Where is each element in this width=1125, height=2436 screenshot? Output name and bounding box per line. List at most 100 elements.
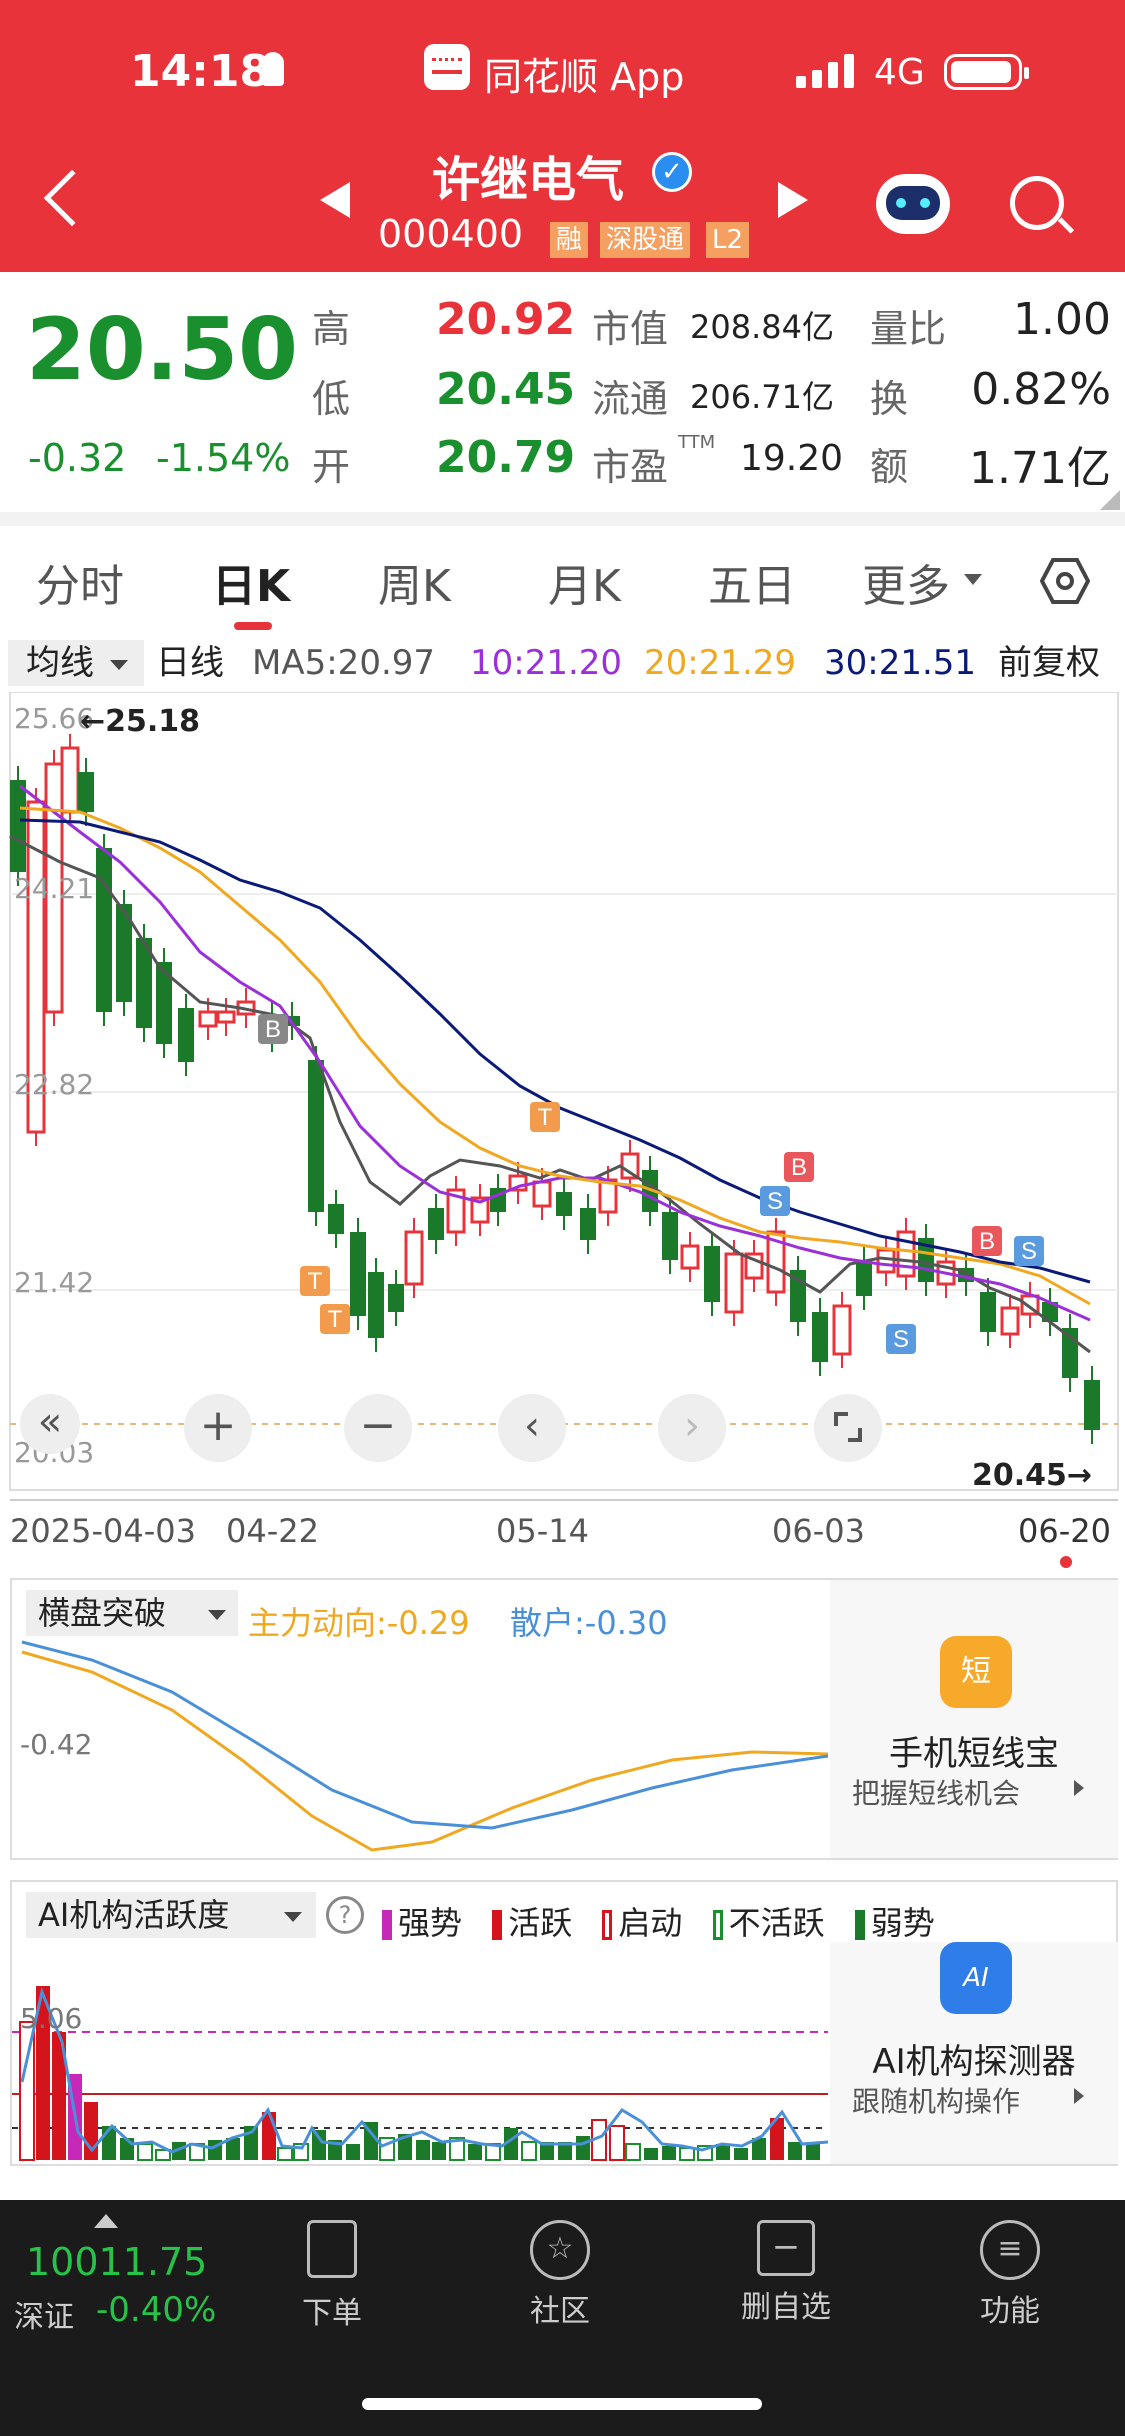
expand-up-icon[interactable]: [94, 2214, 118, 2228]
zoom-in-icon[interactable]: +: [184, 1394, 252, 1462]
short-line-sub: 把握短线机会: [852, 1777, 1021, 1810]
scroll-left-icon[interactable]: ‹: [498, 1394, 566, 1462]
indicator1-svg: [21, 1640, 829, 1852]
tab-more[interactable]: 更多: [862, 550, 950, 614]
menu-icon: ≡: [980, 2220, 1040, 2280]
ma5-value: MA5:20.97: [252, 643, 436, 683]
candle-body: [1084, 1380, 1100, 1430]
activity-bar: [679, 2147, 695, 2161]
float-label: 流通: [592, 377, 669, 421]
network-type: 4G: [874, 52, 925, 93]
fullscreen-icon[interactable]: [814, 1394, 882, 1462]
battery-icon: [944, 54, 1029, 90]
ai-detector-title: AI机构探测器: [872, 2042, 1076, 2082]
candle-body: [96, 848, 112, 1012]
activity-bar: [806, 2144, 820, 2160]
ai-detector-ad[interactable]: AI AI机构探测器 跟随机构操作: [830, 1942, 1118, 2164]
bottom-bar: 10011.75 深证 -0.40% 下单 ☆ 社区 − 删自选 ≡ 功能: [0, 2200, 1125, 2436]
settings-hexagon-icon[interactable]: [1039, 556, 1091, 606]
pe-value: 19.20: [740, 438, 844, 479]
signal-b-text: B: [791, 1154, 807, 1181]
ma30-value: 30:21.51: [824, 643, 977, 683]
nav-order-label: 下单: [302, 2296, 362, 2331]
scroll-right-icon[interactable]: ›: [658, 1394, 726, 1462]
activity-bar: [521, 2141, 537, 2161]
expand-corner-icon[interactable]: [1100, 490, 1120, 510]
signal-s-text: S: [893, 1326, 909, 1353]
zoom-out-icon[interactable]: −: [344, 1394, 412, 1462]
candle-body: [388, 1284, 404, 1312]
activity-bar: [416, 2140, 430, 2160]
indicator-panel-1: 横盘突破 主力动向:-0.29 散户:-0.30 -0.42 短 手机短线宝 把…: [10, 1578, 1118, 1860]
bulb-icon: [262, 52, 284, 86]
robot-icon[interactable]: [876, 174, 950, 234]
short-line-icon: 短: [940, 1636, 1012, 1708]
tab-monthly-k[interactable]: 月K: [548, 550, 621, 614]
quote-panel: 20.50 -0.32 -1.54% 高 低 开 20.92 20.45 20.…: [0, 272, 1125, 512]
daily-label: 日线: [156, 643, 224, 683]
amount-label: 额: [870, 445, 909, 489]
nav-functions-label: 功能: [980, 2294, 1040, 2329]
divider: [0, 512, 1125, 526]
y-label: 24.21: [14, 872, 95, 905]
header: 14:18 同花顺 App 4G 许继电气 ✓ 000400 融 深股通 L2: [0, 0, 1125, 272]
turnover-value: 0.82%: [971, 364, 1111, 415]
kline-chart[interactable]: B T T T B S S B S 25.66 24.21 22.82 21.4…: [0, 691, 1125, 1572]
prev-stock-icon[interactable]: [320, 182, 350, 218]
minus-box-icon: −: [757, 2220, 815, 2276]
candle-body: [532, 1180, 552, 1208]
ai-detector-sub: 跟随机构操作: [852, 2085, 1021, 2118]
price-change-pct: -1.54%: [156, 436, 291, 480]
x-label: 06-03: [772, 1512, 865, 1550]
candle-body: [812, 1312, 828, 1362]
amount-value: 1.71亿: [969, 443, 1111, 494]
legend-weak-swatch: [854, 1910, 865, 1940]
scroll-start-icon[interactable]: «: [20, 1394, 80, 1454]
nav-community[interactable]: ☆ 社区: [490, 2220, 630, 2330]
adjust-mode[interactable]: 前复权: [998, 640, 1100, 686]
next-stock-icon[interactable]: [778, 182, 808, 218]
pe-label: 市盈: [592, 445, 669, 489]
float-value: 206.71亿: [690, 378, 834, 416]
candle-body: [680, 1244, 700, 1270]
ma-selector-label: 均线: [26, 643, 94, 683]
app-name: 同花顺 App: [484, 55, 685, 99]
back-icon[interactable]: [43, 169, 101, 227]
x-label: 05-14: [496, 1512, 589, 1550]
candle-body: [60, 746, 80, 814]
candle-body: [404, 1230, 424, 1286]
period-tabs: 分时 日K 周K 月K 五日 更多: [0, 526, 1125, 636]
ma20-value: 20:21.29: [644, 643, 797, 683]
candle-body: [724, 1252, 744, 1314]
signal-icon: [796, 54, 856, 88]
tab-daily-k[interactable]: 日K: [212, 550, 290, 614]
tab-weekly-k[interactable]: 周K: [378, 550, 451, 614]
activity-bar: [84, 2102, 98, 2160]
x-label: 04-22: [226, 1512, 319, 1550]
search-icon[interactable]: [1010, 176, 1075, 234]
ma-selector[interactable]: 均线: [8, 640, 144, 686]
max-price-label: ←25.18: [80, 704, 201, 739]
tab-five-day[interactable]: 五日: [708, 550, 796, 614]
mcap-label: 市值: [592, 307, 669, 351]
activity-bar: [346, 2144, 360, 2160]
nav-remove-watchlist[interactable]: − 删自选: [716, 2220, 856, 2326]
indicator2-svg: [12, 1986, 829, 2161]
candle-body: [428, 1208, 444, 1240]
chevron-down-icon: [110, 660, 128, 670]
candle-body: [662, 1212, 678, 1260]
activity-bar: [662, 2146, 676, 2160]
candle-body: [328, 1204, 344, 1234]
high-label: 高: [312, 307, 351, 351]
candle-body: [1000, 1306, 1020, 1336]
candle-body: [198, 1010, 218, 1028]
nav-functions[interactable]: ≡ 功能: [940, 2220, 1080, 2330]
index-value[interactable]: 10011.75: [26, 2240, 207, 2284]
nav-remove-watchlist-label: 删自选: [741, 2290, 831, 2325]
candle-body: [856, 1260, 872, 1296]
indicator-panel-2: AI机构活跃度 ? 强势 活跃 启动 不活跃 弱势 5.06 AI AI机构探测…: [10, 1880, 1118, 2166]
tab-intraday[interactable]: 分时: [36, 550, 124, 614]
nav-order[interactable]: 下单: [262, 2220, 402, 2332]
short-line-ad[interactable]: 短 手机短线宝 把握短线机会: [830, 1580, 1118, 1858]
ma-legend-row: 均线 日线 MA5:20.97 10:21.20 20:21.29 30:21.…: [0, 636, 1125, 692]
